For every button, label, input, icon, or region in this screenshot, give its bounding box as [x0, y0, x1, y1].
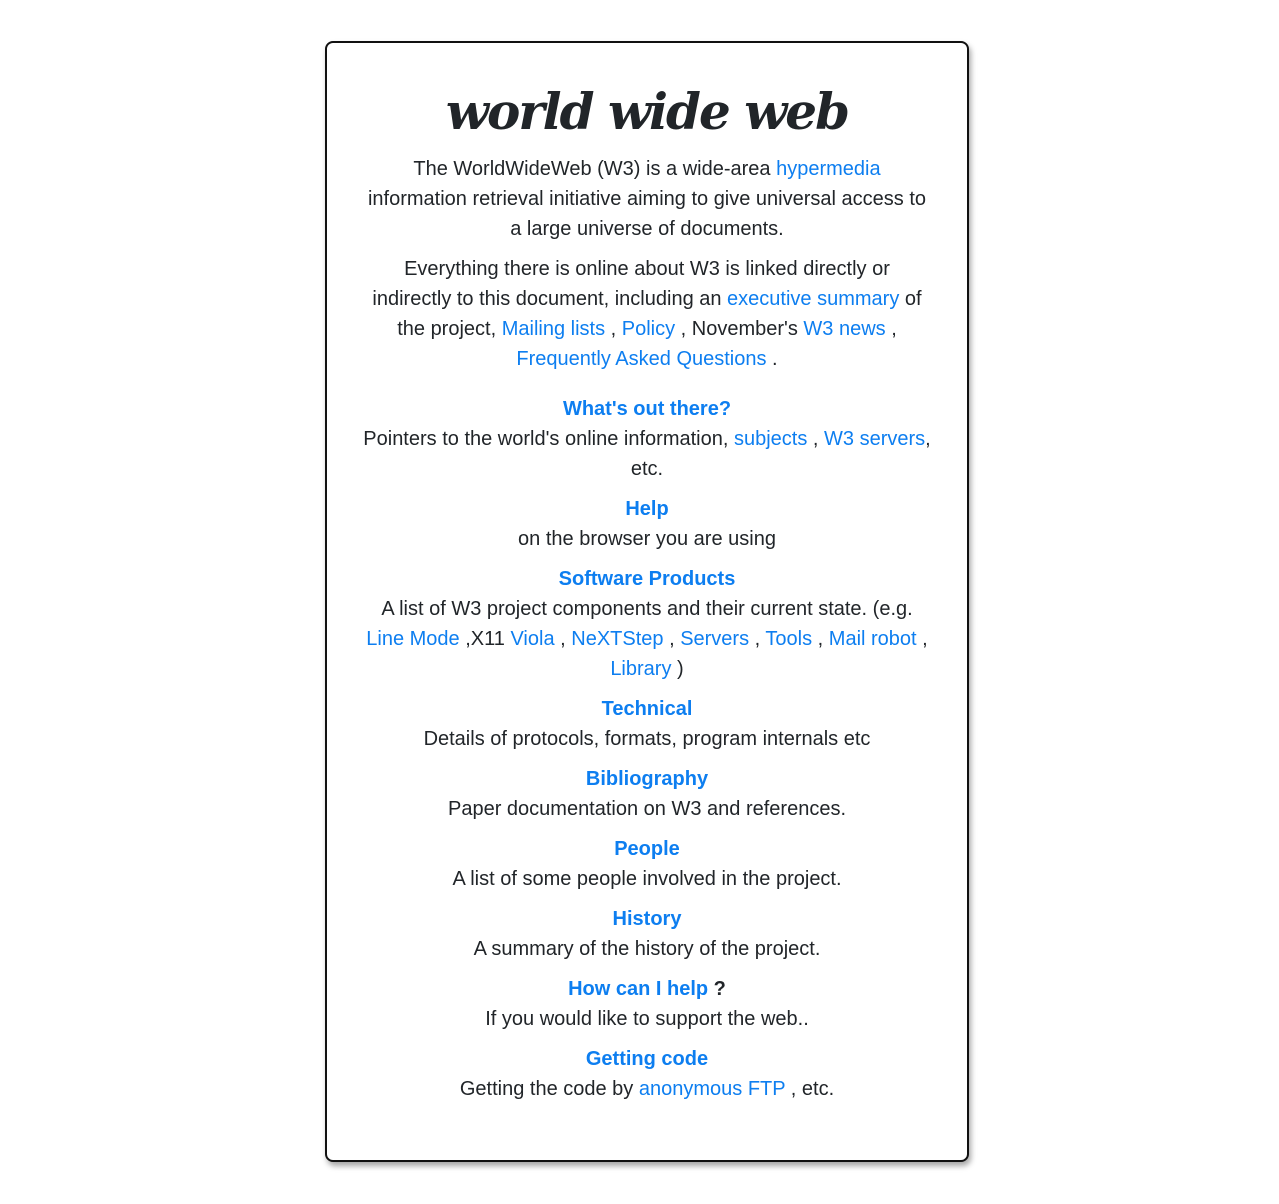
software-text-6: , — [812, 628, 829, 650]
servers-link[interactable]: Servers — [680, 628, 749, 650]
bibliography-link[interactable]: Bibliography — [586, 768, 708, 790]
faq-link[interactable]: Frequently Asked Questions — [516, 348, 766, 370]
technical-link[interactable]: Technical — [602, 698, 693, 720]
section-desc-history: A summary of the history of the project. — [473, 938, 821, 960]
viola-link[interactable]: Viola — [510, 628, 554, 650]
section-heading-how-help: How can I help ? — [362, 974, 932, 1004]
whats-out-text-1: Pointers to the world's online informati… — [363, 428, 734, 450]
library-link[interactable]: Library — [610, 658, 671, 680]
software-text-8: ) — [671, 658, 684, 680]
summary-paragraph: Everything there is online about W3 is l… — [362, 254, 932, 374]
anonymous-ftp-link[interactable]: anonymous FTP — [639, 1078, 785, 1100]
summary-text-5: , — [885, 318, 897, 340]
nextstep-link[interactable]: NeXTStep — [571, 628, 663, 650]
section-desc-bibliography: Paper documentation on W3 and references… — [447, 798, 847, 820]
line-mode-link[interactable]: Line Mode — [366, 628, 459, 650]
how-help-suffix: ? — [708, 978, 726, 1000]
section-heading-history: History — [362, 904, 932, 934]
subjects-link[interactable]: subjects — [734, 428, 807, 450]
policy-link[interactable]: Policy — [622, 318, 675, 340]
section-heading-code: Getting code — [362, 1044, 932, 1074]
software-text-2: ,X11 — [459, 628, 511, 650]
section-heading-software: Software Products — [362, 564, 932, 594]
section-desc-people: A list of some people involved in the pr… — [452, 868, 842, 890]
getting-code-link[interactable]: Getting code — [586, 1048, 708, 1070]
section-desc-whats-out: Pointers to the world's online informati… — [362, 424, 932, 484]
code-text-1: Getting the code by — [459, 1078, 639, 1100]
w3-news-link[interactable]: W3 news — [803, 318, 885, 340]
executive-summary-link[interactable]: executive summary — [727, 288, 899, 310]
whats-out-there-link[interactable]: What's out there? — [563, 398, 731, 420]
content-inner: world wide web The WorldWideWeb (W3) is … — [362, 81, 932, 1104]
software-text-5: , — [749, 628, 766, 650]
summary-text-3: , — [605, 318, 622, 340]
section-list: What's out there? Pointers to the world'… — [362, 394, 932, 1104]
summary-text-4: , November's — [675, 318, 804, 340]
page-title: world wide web — [445, 82, 850, 141]
mailing-lists-link[interactable]: Mailing lists — [502, 318, 605, 340]
software-text-1: A list of W3 project components and thei… — [381, 598, 913, 620]
content-card: world wide web The WorldWideWeb (W3) is … — [325, 41, 969, 1162]
software-text-4: , — [663, 628, 681, 650]
intro-paragraph: The WorldWideWeb (W3) is a wide-area hyp… — [362, 154, 932, 244]
section-heading-technical: Technical — [362, 694, 932, 724]
whats-out-text-2: , — [807, 428, 825, 450]
intro-text-1: The WorldWideWeb (W3) is a wide-area — [413, 158, 777, 180]
section-desc-software: A list of W3 project components and thei… — [362, 594, 932, 684]
hypermedia-link[interactable]: hypermedia — [776, 158, 881, 180]
how-can-i-help-link[interactable]: How can I help — [568, 978, 708, 1000]
section-desc-technical: Details of protocols, formats, program i… — [423, 728, 871, 750]
people-link[interactable]: People — [614, 838, 680, 860]
section-heading-help: Help — [362, 494, 932, 524]
w3-servers-link[interactable]: W3 servers — [824, 428, 925, 450]
section-heading-bibliography: Bibliography — [362, 764, 932, 794]
summary-text-6: . — [766, 348, 778, 370]
help-link[interactable]: Help — [625, 498, 668, 520]
code-text-2: , etc. — [785, 1078, 835, 1100]
section-heading-whats-out: What's out there? — [362, 394, 932, 424]
section-desc-code: Getting the code by anonymous FTP , etc. — [362, 1074, 932, 1104]
software-text-7: , — [916, 628, 928, 650]
section-desc-help: on the browser you are using — [518, 528, 776, 550]
software-text-3: , — [554, 628, 572, 650]
section-heading-people: People — [362, 834, 932, 864]
history-link[interactable]: History — [613, 908, 682, 930]
tools-link[interactable]: Tools — [765, 628, 812, 650]
intro-text-2: information retrieval initiative aiming … — [367, 188, 927, 240]
section-desc-how-help: If you would like to support the web.. — [485, 1008, 809, 1030]
mail-robot-link[interactable]: Mail robot — [829, 628, 917, 650]
software-products-link[interactable]: Software Products — [559, 568, 736, 590]
